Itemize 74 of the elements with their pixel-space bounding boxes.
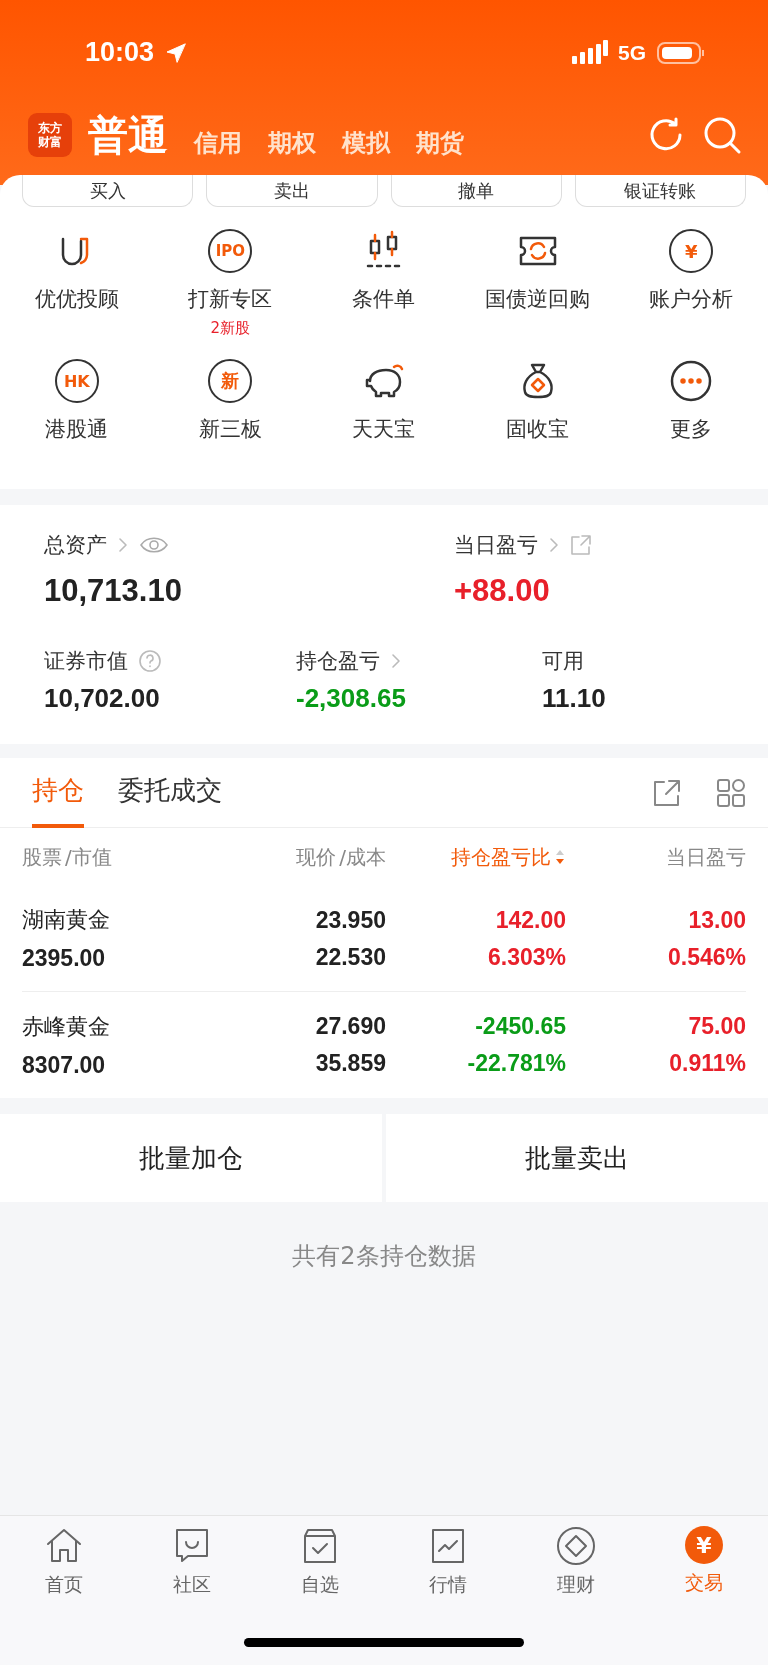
summary-text: 共有2条持仓数据	[292, 1242, 476, 1270]
table-cell: 142.00	[495, 906, 566, 934]
table-cell: 6.303%	[488, 943, 566, 971]
tab-bar-item[interactable]: 社区	[128, 1526, 256, 1598]
table-cell: 8307.00	[22, 1051, 106, 1079]
tab-bar-item[interactable]: 首页	[0, 1526, 128, 1598]
shortcut-item[interactable]: ¥ 账户分析	[614, 219, 768, 347]
asset-label: 证券市值	[44, 648, 128, 675]
yen-chart-icon: ¥	[669, 229, 714, 273]
shortcut-item[interactable]: 天天宝	[307, 349, 461, 475]
asset-label: 持仓盈亏	[296, 648, 380, 675]
positions-tab[interactable]: 委托成交	[118, 757, 222, 828]
asset-label: 可用	[542, 648, 584, 675]
batch-button[interactable]: 批量加仓	[0, 1114, 382, 1202]
shortcut-item[interactable]: 固收宝	[460, 349, 615, 475]
search-icon	[702, 115, 742, 155]
share-icon	[652, 777, 682, 808]
tab-bar-item[interactable]: 自选	[256, 1526, 384, 1598]
chevron-icon	[548, 536, 560, 554]
more-icon	[669, 359, 714, 403]
badge-icon: IPO	[208, 229, 253, 273]
shortcut-item[interactable]: IPO 打新专区 2新股	[153, 219, 308, 347]
chevron-icon	[390, 652, 402, 670]
help-icon	[138, 649, 162, 673]
table-cell: 22.530	[315, 943, 386, 971]
network-label: 5G	[618, 40, 646, 65]
badge-icon: 新	[208, 359, 253, 403]
asset-value: +88.00	[454, 573, 551, 609]
asset-value: 10,702.00	[44, 683, 161, 714]
tab-bar-item[interactable]: 理财	[512, 1526, 640, 1598]
status-time: 10:03	[85, 37, 155, 68]
shortcut-item[interactable]: 优优投顾	[0, 219, 154, 347]
column-header[interactable]: 当日盈亏	[566, 843, 746, 871]
table-cell: 2395.00	[22, 945, 106, 972]
app-logo: 东方 财富	[28, 113, 72, 157]
action-button[interactable]: 撤单	[390, 175, 562, 207]
asset-label: 当日盈亏	[454, 532, 538, 559]
shortcut-item[interactable]: 更多	[614, 349, 768, 475]
asset-label: 总资产	[44, 532, 107, 559]
table-cell: 23.950	[315, 906, 386, 934]
eye-icon	[139, 535, 169, 555]
action-button[interactable]: 卖出	[206, 175, 378, 207]
share-icon	[570, 534, 592, 556]
chevron-icon	[117, 536, 129, 554]
shortcut-item[interactable]: 国债逆回购	[460, 219, 615, 347]
asset-value: -2,308.65	[296, 683, 407, 714]
table-cell: 13.00	[688, 906, 746, 934]
signal-icon	[572, 39, 608, 66]
sort-icon	[554, 848, 566, 866]
table-cell: 0.546%	[668, 943, 746, 971]
shortcut-item[interactable]: HK 港股通	[0, 349, 154, 475]
batch-button[interactable]: 批量卖出	[386, 1114, 768, 1202]
action-button[interactable]: 买入	[22, 175, 194, 207]
tab-bar-item[interactable]: 行情	[384, 1526, 512, 1598]
table-cell: 75.00	[688, 1013, 746, 1040]
table-cell: 0.911%	[669, 1050, 746, 1077]
badge-icon: HK	[54, 359, 99, 403]
column-header[interactable]: 股票/市值	[22, 843, 216, 871]
table-cell: 27.690	[315, 1013, 386, 1040]
battery-icon	[656, 39, 706, 66]
grid-icon	[716, 777, 746, 808]
column-header[interactable]: 现价/成本	[216, 843, 386, 871]
stock-name: 赤峰黄金	[22, 1012, 110, 1041]
table-cell: -22.781%	[467, 1050, 566, 1077]
new-stock-note: 2新股	[210, 319, 251, 338]
shortcut-item[interactable]: 新 新三板	[153, 349, 308, 475]
asset-value: 11.10	[542, 683, 607, 714]
shortcut-item[interactable]: 条件单	[307, 219, 461, 347]
yen-icon: ¥	[685, 1526, 723, 1564]
action-button[interactable]: 银证转账	[574, 175, 746, 207]
stock-name: 湖南黄金	[22, 906, 110, 934]
asset-value: 10,713.10	[44, 573, 183, 609]
table-cell: 35.859	[315, 1050, 386, 1077]
table-cell: -2450.65	[475, 1013, 566, 1040]
